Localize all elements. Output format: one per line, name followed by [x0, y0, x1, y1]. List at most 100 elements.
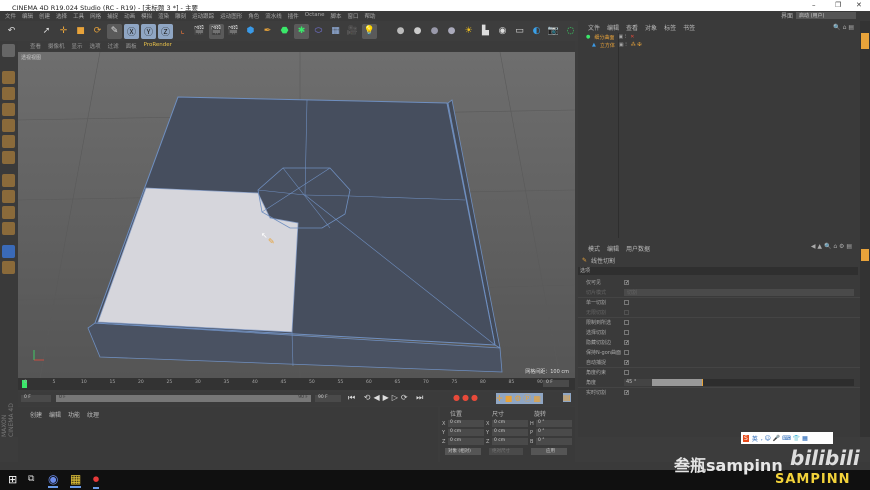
- size-mode-dropdown[interactable]: 绝对尺寸: [489, 448, 523, 455]
- attribute-menu-item[interactable]: 编辑: [607, 244, 619, 253]
- layout-dropdown[interactable]: 启动 (用户): [796, 12, 856, 19]
- make-editable-icon[interactable]: [2, 44, 15, 57]
- attribute-nav-icons[interactable]: ◀ ▲ 🔍 ⌂ ⚙ ▤: [811, 243, 852, 250]
- end-frame-field[interactable]: 90 F: [315, 395, 341, 402]
- close-button[interactable]: ✕: [856, 1, 862, 9]
- menu-item[interactable]: 流水线: [265, 12, 282, 21]
- visibility-icon[interactable]: ▣ ⁝: [619, 42, 627, 48]
- cinema4d-taskbar-icon[interactable]: ◉: [48, 472, 59, 488]
- menu-item[interactable]: 插件: [288, 12, 299, 21]
- octane-contrast-icon[interactable]: ◐: [529, 24, 544, 39]
- object-menu-item[interactable]: 文件: [588, 23, 600, 33]
- render-view-icon[interactable]: 🎬: [192, 24, 207, 39]
- material-menu-item[interactable]: 创建: [30, 410, 42, 419]
- checkbox[interactable]: [624, 309, 629, 315]
- checkbox[interactable]: [624, 349, 629, 355]
- tweak-mode-icon[interactable]: [2, 190, 15, 203]
- snap-icon[interactable]: [2, 206, 15, 219]
- attribute-menu-item[interactable]: 模式: [588, 244, 600, 253]
- playback-controls[interactable]: ⏮ ⟲◀▶▷⟳ ⏭: [348, 393, 426, 403]
- angle-slider[interactable]: [652, 378, 854, 386]
- object-row-subdivision[interactable]: ● 细分曲面 ▣ ⁝ ✕: [578, 33, 860, 41]
- menu-item[interactable]: 窗口: [348, 12, 359, 21]
- workplane-mode-icon[interactable]: [2, 103, 15, 116]
- phong-tag-icon[interactable]: ⁂ ✠: [631, 42, 642, 48]
- floor-icon[interactable]: ▦: [328, 24, 343, 39]
- timeline-toggle-icon[interactable]: ▤: [563, 393, 571, 402]
- record-keyframe-icons[interactable]: ●●●: [453, 393, 480, 402]
- coordinate-field[interactable]: 0 °: [536, 420, 572, 427]
- viewport-menu-item[interactable]: 摄像机: [48, 42, 65, 51]
- coordinate-system-icon[interactable]: ⌞: [175, 24, 190, 39]
- checkbox[interactable]: ✓: [624, 359, 629, 365]
- octane-rect-icon[interactable]: ▭: [512, 24, 527, 39]
- layout-selector[interactable]: 界面 启动 (用户): [781, 11, 856, 20]
- environment-icon[interactable]: ●: [427, 24, 442, 39]
- edges-mode-icon[interactable]: [2, 135, 15, 148]
- foreground-icon[interactable]: ●: [444, 24, 459, 39]
- object-menu-item[interactable]: 对象: [645, 23, 657, 33]
- menu-item[interactable]: 捕捉: [107, 12, 118, 21]
- z-axis-icon[interactable]: Ⓩ: [158, 23, 173, 39]
- cube-icon[interactable]: ⬢: [243, 24, 258, 39]
- task-view-icon[interactable]: ⧉: [28, 474, 34, 484]
- viewport-menu-item[interactable]: 显示: [72, 42, 83, 51]
- material-sphere-icon[interactable]: ●: [393, 24, 408, 39]
- menu-item[interactable]: 选择: [56, 12, 67, 21]
- workplane-icon[interactable]: [2, 245, 15, 258]
- x-axis-icon[interactable]: Ⓧ: [124, 23, 139, 39]
- soft-selection-icon[interactable]: [2, 222, 15, 235]
- checkbox[interactable]: ✓: [624, 279, 629, 285]
- menu-item[interactable]: Octane: [305, 12, 325, 21]
- cloner-icon[interactable]: ✱: [294, 23, 309, 39]
- menu-item[interactable]: 运动跟踪: [192, 12, 214, 21]
- viewport-menu-item[interactable]: 查看: [30, 42, 41, 51]
- render-settings-icon[interactable]: 🎬: [226, 24, 241, 39]
- move-tool-icon[interactable]: ✛: [56, 24, 71, 39]
- material-menu-item[interactable]: 纹理: [87, 410, 99, 419]
- ime-language[interactable]: 英: [752, 434, 758, 443]
- viewport-menu-item[interactable]: 选项: [90, 42, 101, 51]
- object-row-cube[interactable]: ▲ 立方体 ▣ ⁝ ⁂ ✠: [578, 41, 860, 49]
- checkbox[interactable]: ✓: [624, 390, 629, 396]
- keyframe-mode-icons[interactable]: ✛■⚙Ⓟ▦: [496, 393, 543, 404]
- texture-mode-icon[interactable]: [2, 87, 15, 100]
- slice-mode-dropdown[interactable]: 切割: [624, 288, 854, 296]
- recorder-taskbar-icon[interactable]: ⏺: [93, 472, 100, 489]
- checkbox[interactable]: [624, 329, 629, 335]
- menu-item[interactable]: 网格: [90, 12, 101, 21]
- object-menu-item[interactable]: 书签: [683, 23, 695, 33]
- select-tool-icon[interactable]: ➚: [39, 24, 54, 39]
- attribute-menu-item[interactable]: 用户数据: [626, 244, 650, 253]
- attributes-tab[interactable]: [861, 249, 869, 261]
- sun-icon[interactable]: ☀: [461, 24, 476, 39]
- disabled-icon[interactable]: ✕: [630, 34, 634, 40]
- minimize-button[interactable]: –: [812, 1, 816, 9]
- menu-item[interactable]: 文件: [5, 12, 16, 21]
- stage-icon[interactable]: ▙: [478, 24, 493, 39]
- model-mode-icon[interactable]: [2, 71, 15, 84]
- material-menu-item[interactable]: 编辑: [49, 410, 61, 419]
- menu-item[interactable]: 工具: [73, 12, 84, 21]
- axis-mode-icon[interactable]: [2, 174, 15, 187]
- checkbox[interactable]: [624, 320, 629, 325]
- viewport-menu-item[interactable]: 面板: [126, 42, 137, 51]
- points-mode-icon[interactable]: [2, 119, 15, 132]
- checkbox[interactable]: ✓: [624, 339, 629, 345]
- current-frame-field[interactable]: 0 F: [543, 380, 569, 387]
- app-taskbar-icon[interactable]: ▦: [70, 472, 82, 488]
- viewport-menu-item[interactable]: ProRender: [144, 42, 172, 51]
- rotate-tool-icon[interactable]: ⟳: [90, 24, 105, 39]
- ime-toolbar[interactable]: S英, ☺ 🎤 ⌨ 👕 ▦: [741, 432, 833, 444]
- menu-item[interactable]: 渲染: [158, 12, 169, 21]
- octane-camera-icon[interactable]: 📷: [546, 24, 561, 39]
- coordinate-field[interactable]: 0 cm: [448, 429, 484, 436]
- octane-live-viewer-icon[interactable]: ◌: [563, 24, 578, 39]
- y-axis-icon[interactable]: Ⓨ: [141, 23, 156, 39]
- menu-item[interactable]: 角色: [248, 12, 259, 21]
- apply-button[interactable]: 应用: [531, 448, 567, 455]
- render-picture-viewer-icon[interactable]: 🎬: [209, 23, 224, 39]
- object-menu-item[interactable]: 查看: [626, 23, 638, 33]
- ime-tools-icons[interactable]: , ☺ 🎤 ⌨ 👕 ▦: [761, 435, 808, 442]
- light-icon[interactable]: 💡: [362, 23, 377, 39]
